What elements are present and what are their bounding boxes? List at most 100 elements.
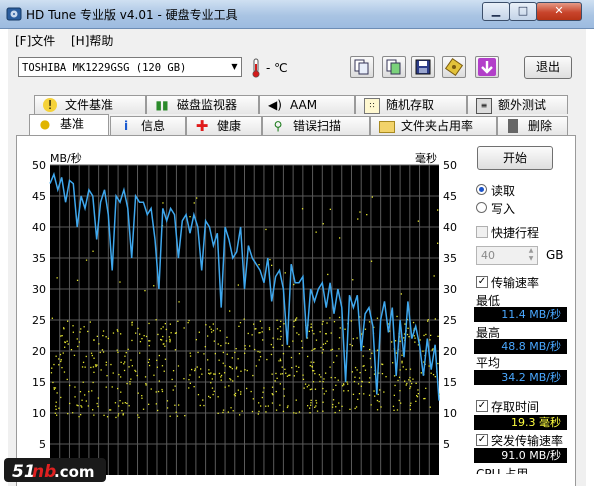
access-time-point — [158, 380, 160, 382]
access-time-point — [72, 325, 74, 327]
spinner-arrows-icon[interactable]: ▲ ▼ — [525, 247, 537, 264]
transfer-rate-checkbox[interactable]: ✓ — [476, 276, 488, 288]
access-time-point — [79, 391, 82, 393]
chevron-down-icon[interactable]: ▼ — [228, 58, 241, 76]
access-time-point — [58, 364, 60, 366]
access-time-point — [412, 378, 414, 380]
access-time-point — [291, 367, 293, 369]
access-time-point — [171, 378, 173, 381]
access-time-point — [279, 338, 281, 340]
access-time-point — [148, 358, 150, 361]
access-time-point — [212, 323, 214, 325]
close-icon: ✕ — [554, 4, 564, 17]
access-time-checkbox[interactable]: ✓ — [476, 400, 488, 412]
access-time-point — [271, 264, 273, 266]
access-time-point — [343, 390, 345, 392]
access-time-point — [63, 327, 65, 329]
access-time-point — [155, 403, 157, 405]
access-time-point — [229, 366, 231, 368]
access-time-point — [316, 410, 319, 412]
access-time-point — [176, 415, 179, 417]
access-time-point — [216, 328, 218, 330]
down-arrow-icon — [478, 58, 496, 76]
access-time-point — [147, 361, 150, 363]
menu-help[interactable]: [H]帮助 — [71, 32, 113, 49]
access-time-point — [237, 389, 239, 391]
access-time-point — [268, 327, 271, 329]
write-radio[interactable] — [476, 202, 487, 213]
access-time-point — [430, 372, 432, 374]
access-time-point — [59, 353, 62, 356]
access-time-point — [314, 373, 316, 375]
read-radio[interactable] — [476, 184, 487, 195]
access-time-point — [96, 364, 98, 366]
access-time-point — [319, 380, 321, 383]
tab-health[interactable]: ✚ 健康 — [186, 116, 262, 135]
copy-screen-button[interactable] — [382, 56, 406, 78]
access-time-point — [189, 355, 192, 357]
access-time-point — [211, 378, 213, 380]
burst-rate-checkbox[interactable]: ✓ — [476, 434, 488, 446]
access-time-point — [275, 372, 277, 375]
start-button[interactable]: 开始 — [477, 146, 553, 170]
access-time-point — [282, 353, 285, 355]
maximize-button[interactable]: □ — [509, 2, 537, 21]
quick-stroke-checkbox[interactable] — [476, 226, 488, 238]
access-time-point — [423, 334, 425, 337]
tab-disk-monitor[interactable]: ▮▮ 磁盘监视器 — [146, 95, 259, 114]
access-time-point — [64, 341, 66, 343]
access-time-point — [331, 406, 334, 408]
access-time-point — [174, 332, 177, 334]
access-time-point — [161, 365, 164, 367]
access-time-point — [398, 399, 400, 402]
access-time-point — [191, 368, 193, 371]
access-time-point — [189, 374, 191, 376]
access-time-point — [311, 349, 313, 352]
options-button[interactable] — [442, 56, 466, 78]
access-time-point — [80, 414, 82, 416]
access-time-point — [55, 355, 57, 357]
exit-button[interactable]: 退出 — [524, 56, 572, 79]
access-time-point — [349, 408, 351, 410]
tab-error-scan[interactable]: ⚲ 错误扫描 — [262, 116, 370, 135]
access-time-point — [136, 374, 138, 377]
access-time-point — [307, 405, 309, 407]
save-button[interactable] — [411, 56, 435, 78]
access-time-point — [55, 408, 57, 410]
access-time-point — [111, 386, 113, 388]
access-time-point — [404, 323, 406, 325]
tab-benchmark[interactable]: ● 基准 — [29, 114, 109, 135]
close-button[interactable]: ✕ — [536, 2, 582, 21]
tab-extra-tests[interactable]: ≡ 额外测试 — [467, 95, 568, 114]
tab-folder-usage[interactable]: 文件夹占用率 — [370, 116, 497, 135]
access-time-point — [409, 380, 412, 382]
burst-rate-value: 91.0 MB/秒 — [474, 448, 567, 463]
tab-info[interactable]: i 信息 — [110, 116, 186, 135]
access-time-point — [212, 329, 215, 332]
access-time-point — [119, 281, 121, 283]
access-time-point — [381, 373, 384, 375]
access-time-point — [351, 371, 353, 373]
access-time-point — [392, 405, 395, 407]
tab-random-access[interactable]: ∷ 随机存取 — [355, 95, 467, 114]
tab-file-benchmark[interactable]: ! 文件基准 — [34, 95, 146, 114]
download-button[interactable] — [475, 56, 499, 78]
tab-erase[interactable]: 删除 — [497, 116, 568, 135]
tab-aam[interactable]: ◀) AAM — [259, 95, 355, 114]
copy-info-button[interactable] — [350, 56, 374, 78]
access-time-label: 存取时间 — [491, 400, 540, 414]
access-time-point — [91, 354, 93, 357]
minimize-button[interactable]: ▁ — [482, 2, 510, 21]
access-time-point — [237, 358, 239, 360]
access-time-point — [110, 363, 112, 366]
access-time-point — [96, 335, 98, 337]
access-time-point — [301, 208, 304, 210]
access-time-point — [362, 355, 364, 357]
access-time-point — [420, 372, 422, 374]
menu-file[interactable]: [F]文件 — [15, 32, 55, 49]
access-time-point — [327, 273, 329, 276]
drive-select[interactable]: TOSHIBA MK1229GSG (120 GB) — [18, 57, 242, 77]
access-time-point — [277, 338, 279, 340]
access-time-point — [170, 332, 172, 334]
access-time-point — [260, 405, 262, 407]
